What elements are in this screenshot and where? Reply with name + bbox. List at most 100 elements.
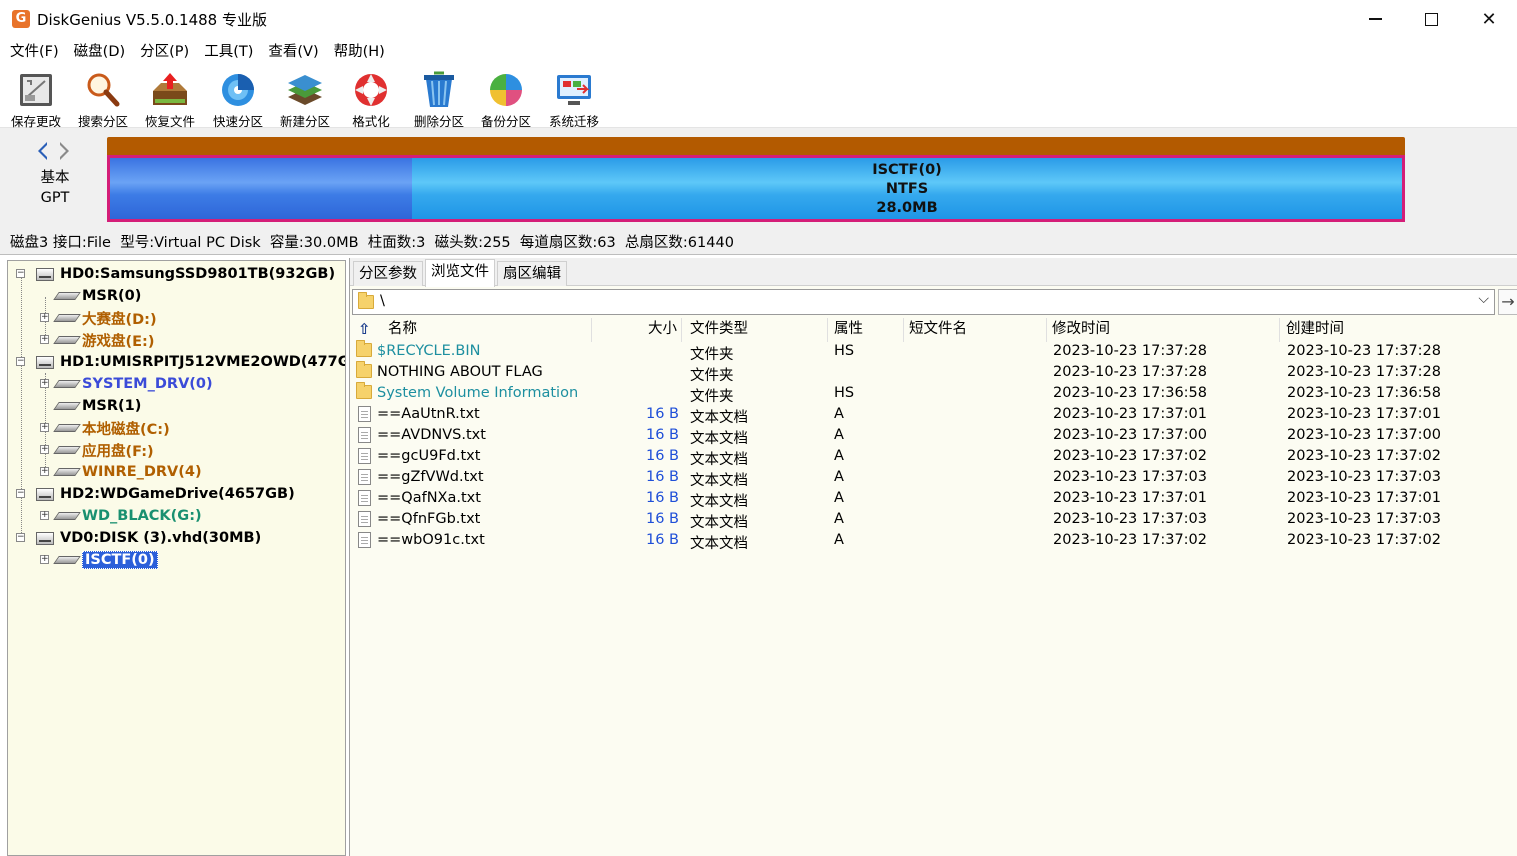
collapse-icon[interactable]: − xyxy=(16,269,25,278)
disk-bar-header xyxy=(107,137,1405,155)
close-button[interactable]: ✕ xyxy=(1460,0,1517,38)
partition-icon xyxy=(56,336,76,344)
tree-item-msr1[interactable]: MSR(1) xyxy=(40,395,141,417)
menu-bar: 文件(F) 磁盘(D) 分区(P) 工具(T) 查看(V) 帮助(H) xyxy=(0,38,1517,62)
file-row[interactable]: ==AVDNVS.txt 16 B 文本文档 A 2023-10-23 17:3… xyxy=(350,426,1517,447)
delete-partition-button[interactable]: 删除分区 xyxy=(408,68,470,129)
tree-item-system-drv[interactable]: + SYSTEM_DRV(0) xyxy=(40,373,213,395)
column-created[interactable]: 创建时间 xyxy=(1282,318,1517,342)
menu-help[interactable]: 帮助(H) xyxy=(334,40,385,61)
format-button[interactable]: 格式化 xyxy=(340,68,402,129)
collapse-icon[interactable]: − xyxy=(16,533,25,542)
minimize-button[interactable] xyxy=(1346,0,1404,38)
expand-icon[interactable]: + xyxy=(40,379,49,388)
save-changes-button[interactable]: 保存更改 xyxy=(5,68,67,129)
column-modified[interactable]: 修改时间 xyxy=(1048,318,1280,342)
column-size[interactable]: 大小 xyxy=(592,318,682,342)
folder-icon xyxy=(356,361,372,378)
column-name[interactable]: 名称 xyxy=(384,318,592,342)
file-type: 文本文档 xyxy=(690,536,748,552)
file-created: 2023-10-23 17:37:28 xyxy=(1287,343,1441,359)
file-created: 2023-10-23 17:37:02 xyxy=(1287,448,1441,464)
disk-info-text: 磁盘3 接口:File 型号:Virtual PC Disk 容量:30.0MB… xyxy=(10,234,734,251)
partition-used-region xyxy=(110,158,412,219)
expand-icon[interactable]: + xyxy=(40,555,49,564)
tree-item-isctf[interactable]: + ISCTF(0) xyxy=(40,549,158,571)
file-type: 文件夹 xyxy=(690,389,734,405)
menu-file[interactable]: 文件(F) xyxy=(10,40,59,61)
file-row[interactable]: ==AaUtnR.txt 16 B 文本文档 A 2023-10-23 17:3… xyxy=(350,405,1517,426)
tree-item-d-drive[interactable]: + 大赛盘(D:) xyxy=(40,307,157,329)
column-type[interactable]: 文件类型 xyxy=(686,318,828,342)
tree-item-hd2[interactable]: − HD2:WDGameDrive(4657GB) xyxy=(16,483,295,505)
collapse-icon[interactable]: − xyxy=(16,489,25,498)
column-attributes[interactable]: 属性 xyxy=(830,318,904,342)
tree-item-msr0[interactable]: MSR(0) xyxy=(40,285,141,307)
file-name: ==QafNXa.txt xyxy=(377,490,481,506)
file-row[interactable]: $RECYCLE.BIN 文件夹 HS 2023-10-23 17:37:28 … xyxy=(350,340,1517,363)
tree-item-e-drive[interactable]: + 游戏盘(E:) xyxy=(40,329,154,351)
chevron-down-icon[interactable]: ⌵ xyxy=(1478,291,1489,307)
disk-tree: − HD0:SamsungSSD9801TB(932GB) MSR(0) + 大… xyxy=(7,260,346,856)
partition-bar[interactable]: ISCTF(0) NTFS 28.0MB xyxy=(107,155,1405,222)
expand-icon[interactable]: + xyxy=(40,467,49,476)
file-size: 16 B xyxy=(646,448,680,464)
menu-partition[interactable]: 分区(P) xyxy=(140,40,189,61)
file-row[interactable]: System Volume Information 文件夹 HS 2023-10… xyxy=(350,382,1517,405)
partition-size: 28.0MB xyxy=(876,200,938,216)
tree-item-c-drive[interactable]: + 本地磁盘(C:) xyxy=(40,417,170,439)
menu-view[interactable]: 查看(V) xyxy=(268,40,318,61)
backup-partition-button[interactable]: 备份分区 xyxy=(475,68,537,129)
tree-item-hd1[interactable]: − HD1:UMISRPITJ512VME2OWD(477GB xyxy=(16,351,345,373)
column-short-name[interactable]: 短文件名 xyxy=(905,318,1047,342)
file-row[interactable]: ==gcU9Fd.txt 16 B 文本文档 A 2023-10-23 17:3… xyxy=(350,447,1517,468)
file-created: 2023-10-23 17:37:01 xyxy=(1287,490,1441,506)
next-disk-icon[interactable] xyxy=(60,142,69,160)
recover-files-button[interactable]: 恢复文件 xyxy=(139,68,201,129)
tree-item-g-drive[interactable]: + WD_BLACK(G:) xyxy=(40,505,202,527)
tree-item-f-drive[interactable]: + 应用盘(F:) xyxy=(40,439,154,461)
expand-icon[interactable]: + xyxy=(40,313,49,322)
tree-item-vd0[interactable]: − VD0:DISK (3).vhd(30MB) xyxy=(16,527,261,549)
file-modified: 2023-10-23 17:37:01 xyxy=(1053,406,1207,422)
magnifier-icon xyxy=(84,71,122,109)
partition-table-label: GPT xyxy=(40,190,70,206)
previous-disk-icon[interactable] xyxy=(38,142,47,160)
file-name: ==gcU9Fd.txt xyxy=(377,448,481,464)
quick-partition-button[interactable]: 快速分区 xyxy=(207,68,269,129)
file-row[interactable]: NOTHING ABOUT FLAG 文件夹 2023-10-23 17:37:… xyxy=(350,361,1517,384)
tab-browse-files[interactable]: 浏览文件 xyxy=(425,259,495,287)
path-input[interactable]: \ ⌵ xyxy=(352,289,1495,315)
tree-item-winre-drv[interactable]: + WINRE_DRV(4) xyxy=(40,461,202,483)
tree-item-hd0[interactable]: − HD0:SamsungSSD9801TB(932GB) xyxy=(16,263,335,285)
expand-icon[interactable]: + xyxy=(40,511,49,520)
file-row[interactable]: ==QfnFGb.txt 16 B 文本文档 A 2023-10-23 17:3… xyxy=(350,510,1517,531)
collapse-icon[interactable]: − xyxy=(16,357,25,366)
maximize-button[interactable] xyxy=(1402,0,1460,38)
expand-icon[interactable]: + xyxy=(40,335,49,344)
tab-partition-params[interactable]: 分区参数 xyxy=(353,261,423,286)
system-migration-button[interactable]: 系统迁移 xyxy=(543,68,605,129)
search-partition-button[interactable]: 搜索分区 xyxy=(72,68,134,129)
file-modified: 2023-10-23 17:37:02 xyxy=(1053,532,1207,548)
file-created: 2023-10-23 17:37:00 xyxy=(1287,427,1441,443)
menu-disk[interactable]: 磁盘(D) xyxy=(74,40,125,61)
expand-icon[interactable]: + xyxy=(40,423,49,432)
file-row[interactable]: ==wbO91c.txt 16 B 文本文档 A 2023-10-23 17:3… xyxy=(350,531,1517,552)
file-created: 2023-10-23 17:36:58 xyxy=(1287,385,1441,401)
expand-icon[interactable]: + xyxy=(40,445,49,454)
recover-files-icon xyxy=(151,71,189,109)
tab-sector-edit[interactable]: 扇区编辑 xyxy=(497,261,567,286)
menu-tools[interactable]: 工具(T) xyxy=(204,40,253,61)
quick-partition-disc-icon xyxy=(219,71,257,109)
new-partition-button[interactable]: 新建分区 xyxy=(274,68,336,129)
up-arrow-icon[interactable]: ⇧ xyxy=(358,320,371,338)
close-icon: ✕ xyxy=(1481,8,1497,30)
file-type: 文本文档 xyxy=(690,452,748,468)
file-row[interactable]: ==QafNXa.txt 16 B 文本文档 A 2023-10-23 17:3… xyxy=(350,489,1517,510)
tree-item-label: MSR(1) xyxy=(82,398,142,414)
tree-item-label: WINRE_DRV(4) xyxy=(82,464,202,480)
file-row[interactable]: ==gZfVWd.txt 16 B 文本文档 A 2023-10-23 17:3… xyxy=(350,468,1517,489)
file-name: ==AVDNVS.txt xyxy=(377,427,486,443)
go-button[interactable]: → xyxy=(1498,289,1517,315)
